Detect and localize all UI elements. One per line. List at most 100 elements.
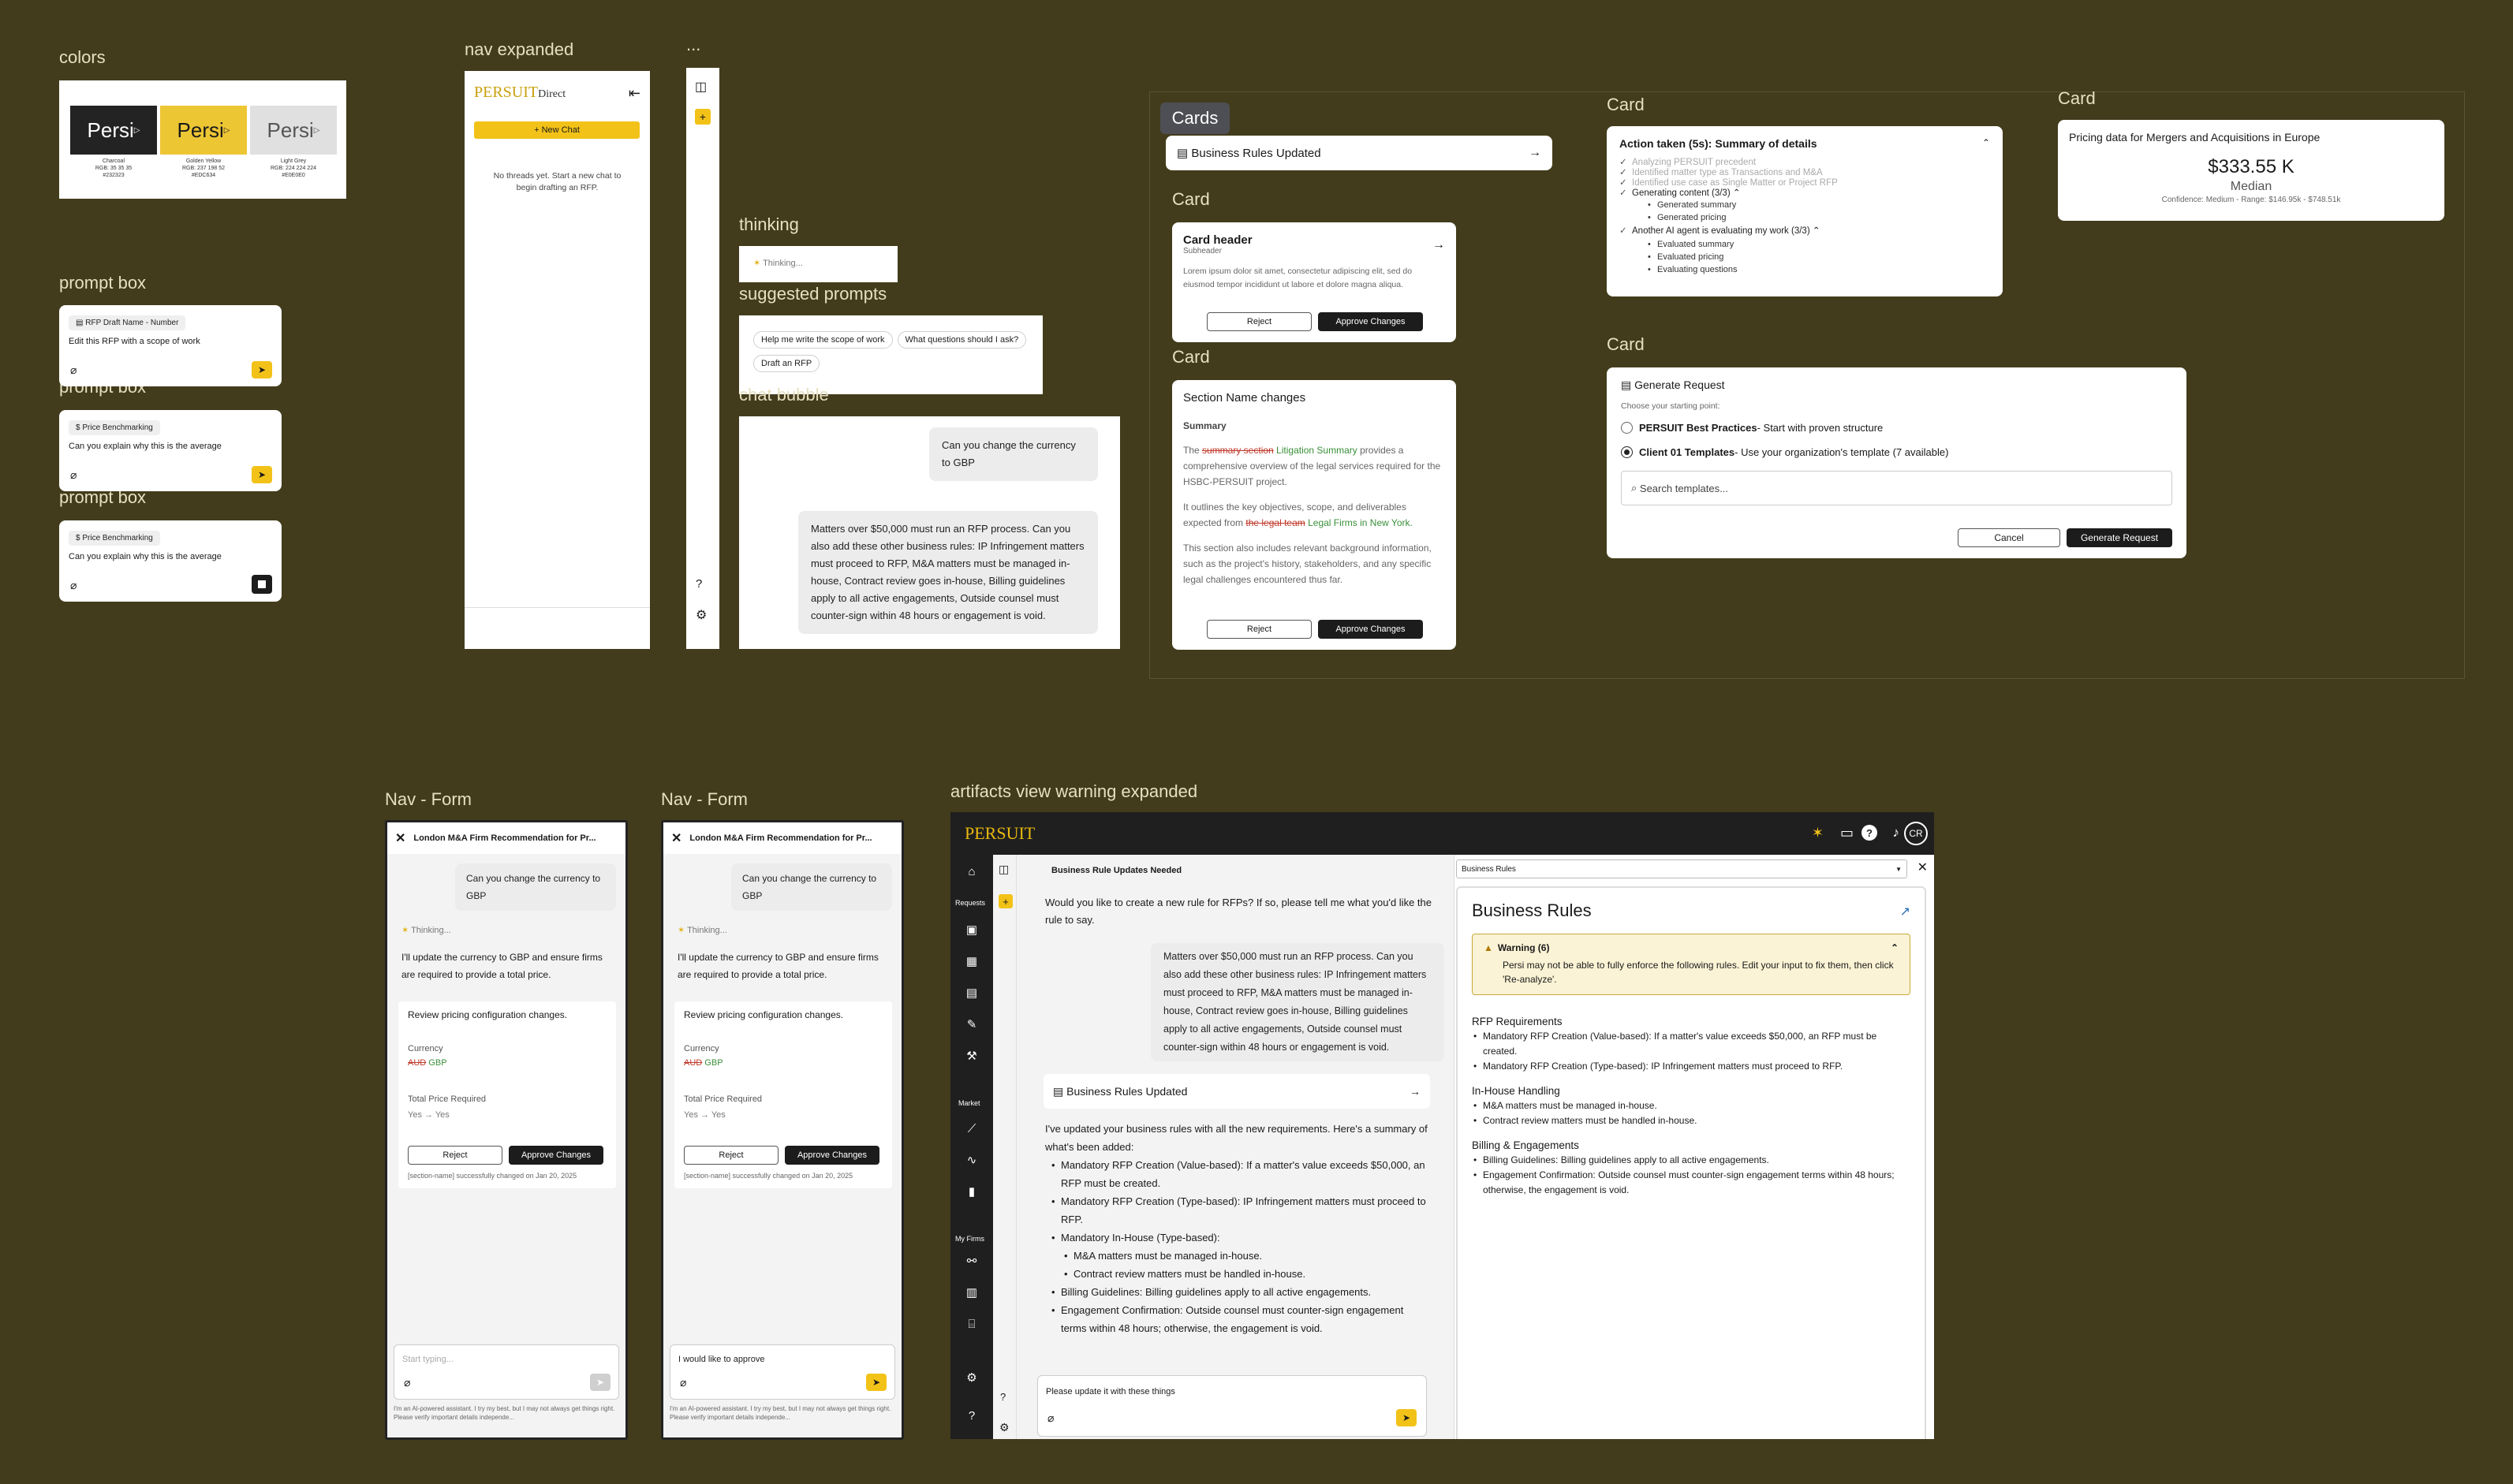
- prompt-box[interactable]: $ Price Benchmarking Can you explain why…: [59, 520, 282, 602]
- collapse-icon[interactable]: ⇤: [629, 85, 640, 102]
- generate-request-button[interactable]: Generate Request: [2067, 528, 2172, 547]
- new-chat-icon[interactable]: +: [695, 109, 711, 125]
- chat-rail: ◫ + ? ⚙: [993, 855, 1017, 1439]
- open-external-icon[interactable]: ↗: [1900, 904, 1910, 919]
- close-icon[interactable]: ✕: [1917, 859, 1928, 875]
- template-search-input[interactable]: ⌕ Search templates...: [1621, 471, 2172, 505]
- gear-icon[interactable]: ⚙: [999, 1421, 1010, 1434]
- analytics-icon[interactable]: ∿: [958, 1150, 985, 1170]
- reject-button[interactable]: Reject: [684, 1146, 779, 1165]
- document-icon[interactable]: ▤: [958, 982, 985, 1003]
- reject-button[interactable]: Reject: [408, 1146, 502, 1165]
- action-substep: Generated summary: [1646, 199, 1990, 211]
- document-icon: ▤: [1177, 147, 1192, 160]
- thinking-indicator: ✶ Thinking...: [739, 246, 898, 282]
- help-icon[interactable]: ?: [958, 1405, 985, 1426]
- stop-icon: [258, 580, 266, 588]
- suggested-prompt[interactable]: What questions should I ask?: [897, 331, 1027, 349]
- prompt-text[interactable]: Can you explain why this is the average: [69, 442, 272, 451]
- business-rules-card[interactable]: ▤ Business Rules Updated →: [1044, 1074, 1430, 1109]
- cancel-button[interactable]: Cancel: [1958, 528, 2060, 547]
- close-icon[interactable]: ✕: [671, 830, 681, 846]
- prompt-box[interactable]: ▤ RFP Draft Name - Number Edit this RFP …: [59, 305, 282, 386]
- close-icon[interactable]: ✕: [395, 830, 405, 846]
- building-icon[interactable]: ⌸: [958, 1314, 985, 1334]
- bell-icon[interactable]: ♪: [1893, 825, 1900, 841]
- paperclip-icon[interactable]: ⌀: [70, 468, 77, 482]
- action-step: Identified use case as Single Matter or …: [1619, 178, 1990, 188]
- paperclip-icon[interactable]: ⌀: [70, 364, 77, 377]
- new-chat-icon[interactable]: +: [999, 894, 1013, 908]
- chat-icon[interactable]: ▭: [1840, 825, 1854, 841]
- contacts-icon[interactable]: ▥: [958, 1282, 985, 1303]
- approve-changes-button[interactable]: Approve Changes: [785, 1146, 879, 1165]
- persi-icon[interactable]: ✶: [1812, 825, 1824, 841]
- help-icon[interactable]: ?: [1861, 825, 1877, 841]
- sparkle-icon: ✶: [401, 926, 409, 935]
- help-icon[interactable]: ?: [1000, 1391, 1006, 1403]
- empty-threads-text: No threads yet. Start a new chat to begi…: [493, 171, 622, 192]
- prompt-box[interactable]: $ Price Benchmarking Can you explain why…: [59, 410, 282, 491]
- arrow-right-icon: →: [1410, 1085, 1421, 1098]
- suggested-prompt[interactable]: Draft an RFP: [753, 355, 820, 372]
- chat-input[interactable]: Start typing... ⌀ ➤: [394, 1344, 619, 1400]
- radio-unchecked[interactable]: [1621, 422, 1633, 434]
- approve-changes-button[interactable]: Approve Changes: [509, 1146, 603, 1165]
- home-icon[interactable]: ⌂: [958, 861, 985, 882]
- paperclip-icon[interactable]: ⌀: [70, 579, 77, 592]
- context-chip[interactable]: $ Price Benchmarking: [69, 420, 160, 435]
- new-chat-button[interactable]: + New Chat: [474, 121, 640, 139]
- chat-title: Business Rule Updates Needed: [1051, 866, 1182, 875]
- field-value: Yes → Yes: [684, 1110, 726, 1120]
- reject-button[interactable]: Reject: [1207, 312, 1312, 331]
- paperclip-icon[interactable]: ⌀: [404, 1376, 410, 1389]
- requests-icon[interactable]: ▣: [958, 919, 985, 940]
- gear-icon[interactable]: ⚙: [696, 607, 707, 623]
- send-button[interactable]: ➤: [1396, 1409, 1417, 1426]
- paperclip-icon[interactable]: ⌀: [1047, 1411, 1054, 1425]
- sidebar-toggle-icon[interactable]: ◫: [999, 863, 1009, 876]
- stop-button[interactable]: [252, 575, 272, 594]
- context-chip[interactable]: ▤ RFP Draft Name - Number: [69, 315, 186, 330]
- chat-input[interactable]: I would like to approve ⌀ ➤: [670, 1344, 895, 1400]
- prompt-text[interactable]: Can you explain why this is the average: [69, 552, 272, 561]
- option-client-templates[interactable]: Client 01 Templates - Use your organizat…: [1621, 446, 2172, 458]
- option-best-practices[interactable]: PERSUIT Best Practices - Start with prov…: [1621, 422, 2172, 434]
- tools-icon[interactable]: ⚒: [958, 1046, 985, 1066]
- chat-input[interactable]: Please update it with these things ⌀ ➤: [1037, 1375, 1427, 1437]
- arrow-right-icon[interactable]: →: [1432, 238, 1445, 252]
- pen-icon[interactable]: ✎: [958, 1014, 985, 1035]
- send-button[interactable]: ➤: [590, 1374, 611, 1391]
- send-button[interactable]: ➤: [866, 1374, 887, 1391]
- warning-banner: ▲ Warning (6) ⌃ Persi may not be able to f…: [1472, 934, 1910, 995]
- paperclip-icon[interactable]: ⌀: [680, 1376, 686, 1389]
- sidebar-toggle-icon[interactable]: ◫: [695, 79, 707, 95]
- send-button[interactable]: ➤: [252, 361, 272, 378]
- reject-button[interactable]: Reject: [1207, 620, 1312, 639]
- prompt-text[interactable]: Edit this RFP with a scope of work: [69, 337, 272, 346]
- approve-changes-button[interactable]: Approve Changes: [1318, 620, 1423, 639]
- chat-bubble-panel: Can you change the currency to GBP Matte…: [739, 416, 1120, 649]
- approve-changes-button[interactable]: Approve Changes: [1318, 312, 1423, 331]
- avatar[interactable]: CR: [1904, 822, 1928, 845]
- bar-chart-icon[interactable]: ▮: [958, 1181, 985, 1202]
- trend-icon[interactable]: ⟋: [958, 1118, 985, 1139]
- currency-diff: AUD GBP: [408, 1058, 447, 1068]
- action-step: Analyzing PERSUIT precedent: [1619, 158, 1990, 168]
- chevron-up-icon[interactable]: ⌃: [1891, 942, 1899, 953]
- field-label: Currency: [684, 1044, 719, 1053]
- calendar-icon[interactable]: ▦: [958, 951, 985, 971]
- radio-checked[interactable]: [1621, 446, 1633, 458]
- artifact-panel: Business Rules ▼ ✕ Business Rules ↗ ▲ Warn…: [1454, 855, 1934, 1439]
- gear-icon[interactable]: ⚙: [958, 1367, 985, 1388]
- artifact-select[interactable]: Business Rules ▼: [1456, 859, 1907, 878]
- help-icon[interactable]: ?: [696, 577, 702, 591]
- suggested-prompt[interactable]: Help me write the scope of work: [753, 331, 893, 349]
- action-step: Generating content (3/3) ⌃: [1619, 188, 1990, 199]
- chevron-up-icon[interactable]: ⌃: [1982, 137, 1990, 148]
- handshake-icon[interactable]: ⚯: [958, 1251, 985, 1271]
- search-icon: ⌕: [1631, 482, 1640, 494]
- send-button[interactable]: ➤: [252, 466, 272, 483]
- context-chip[interactable]: $ Price Benchmarking: [69, 531, 160, 546]
- business-rules-card[interactable]: ▤ Business Rules Updated →: [1166, 136, 1552, 170]
